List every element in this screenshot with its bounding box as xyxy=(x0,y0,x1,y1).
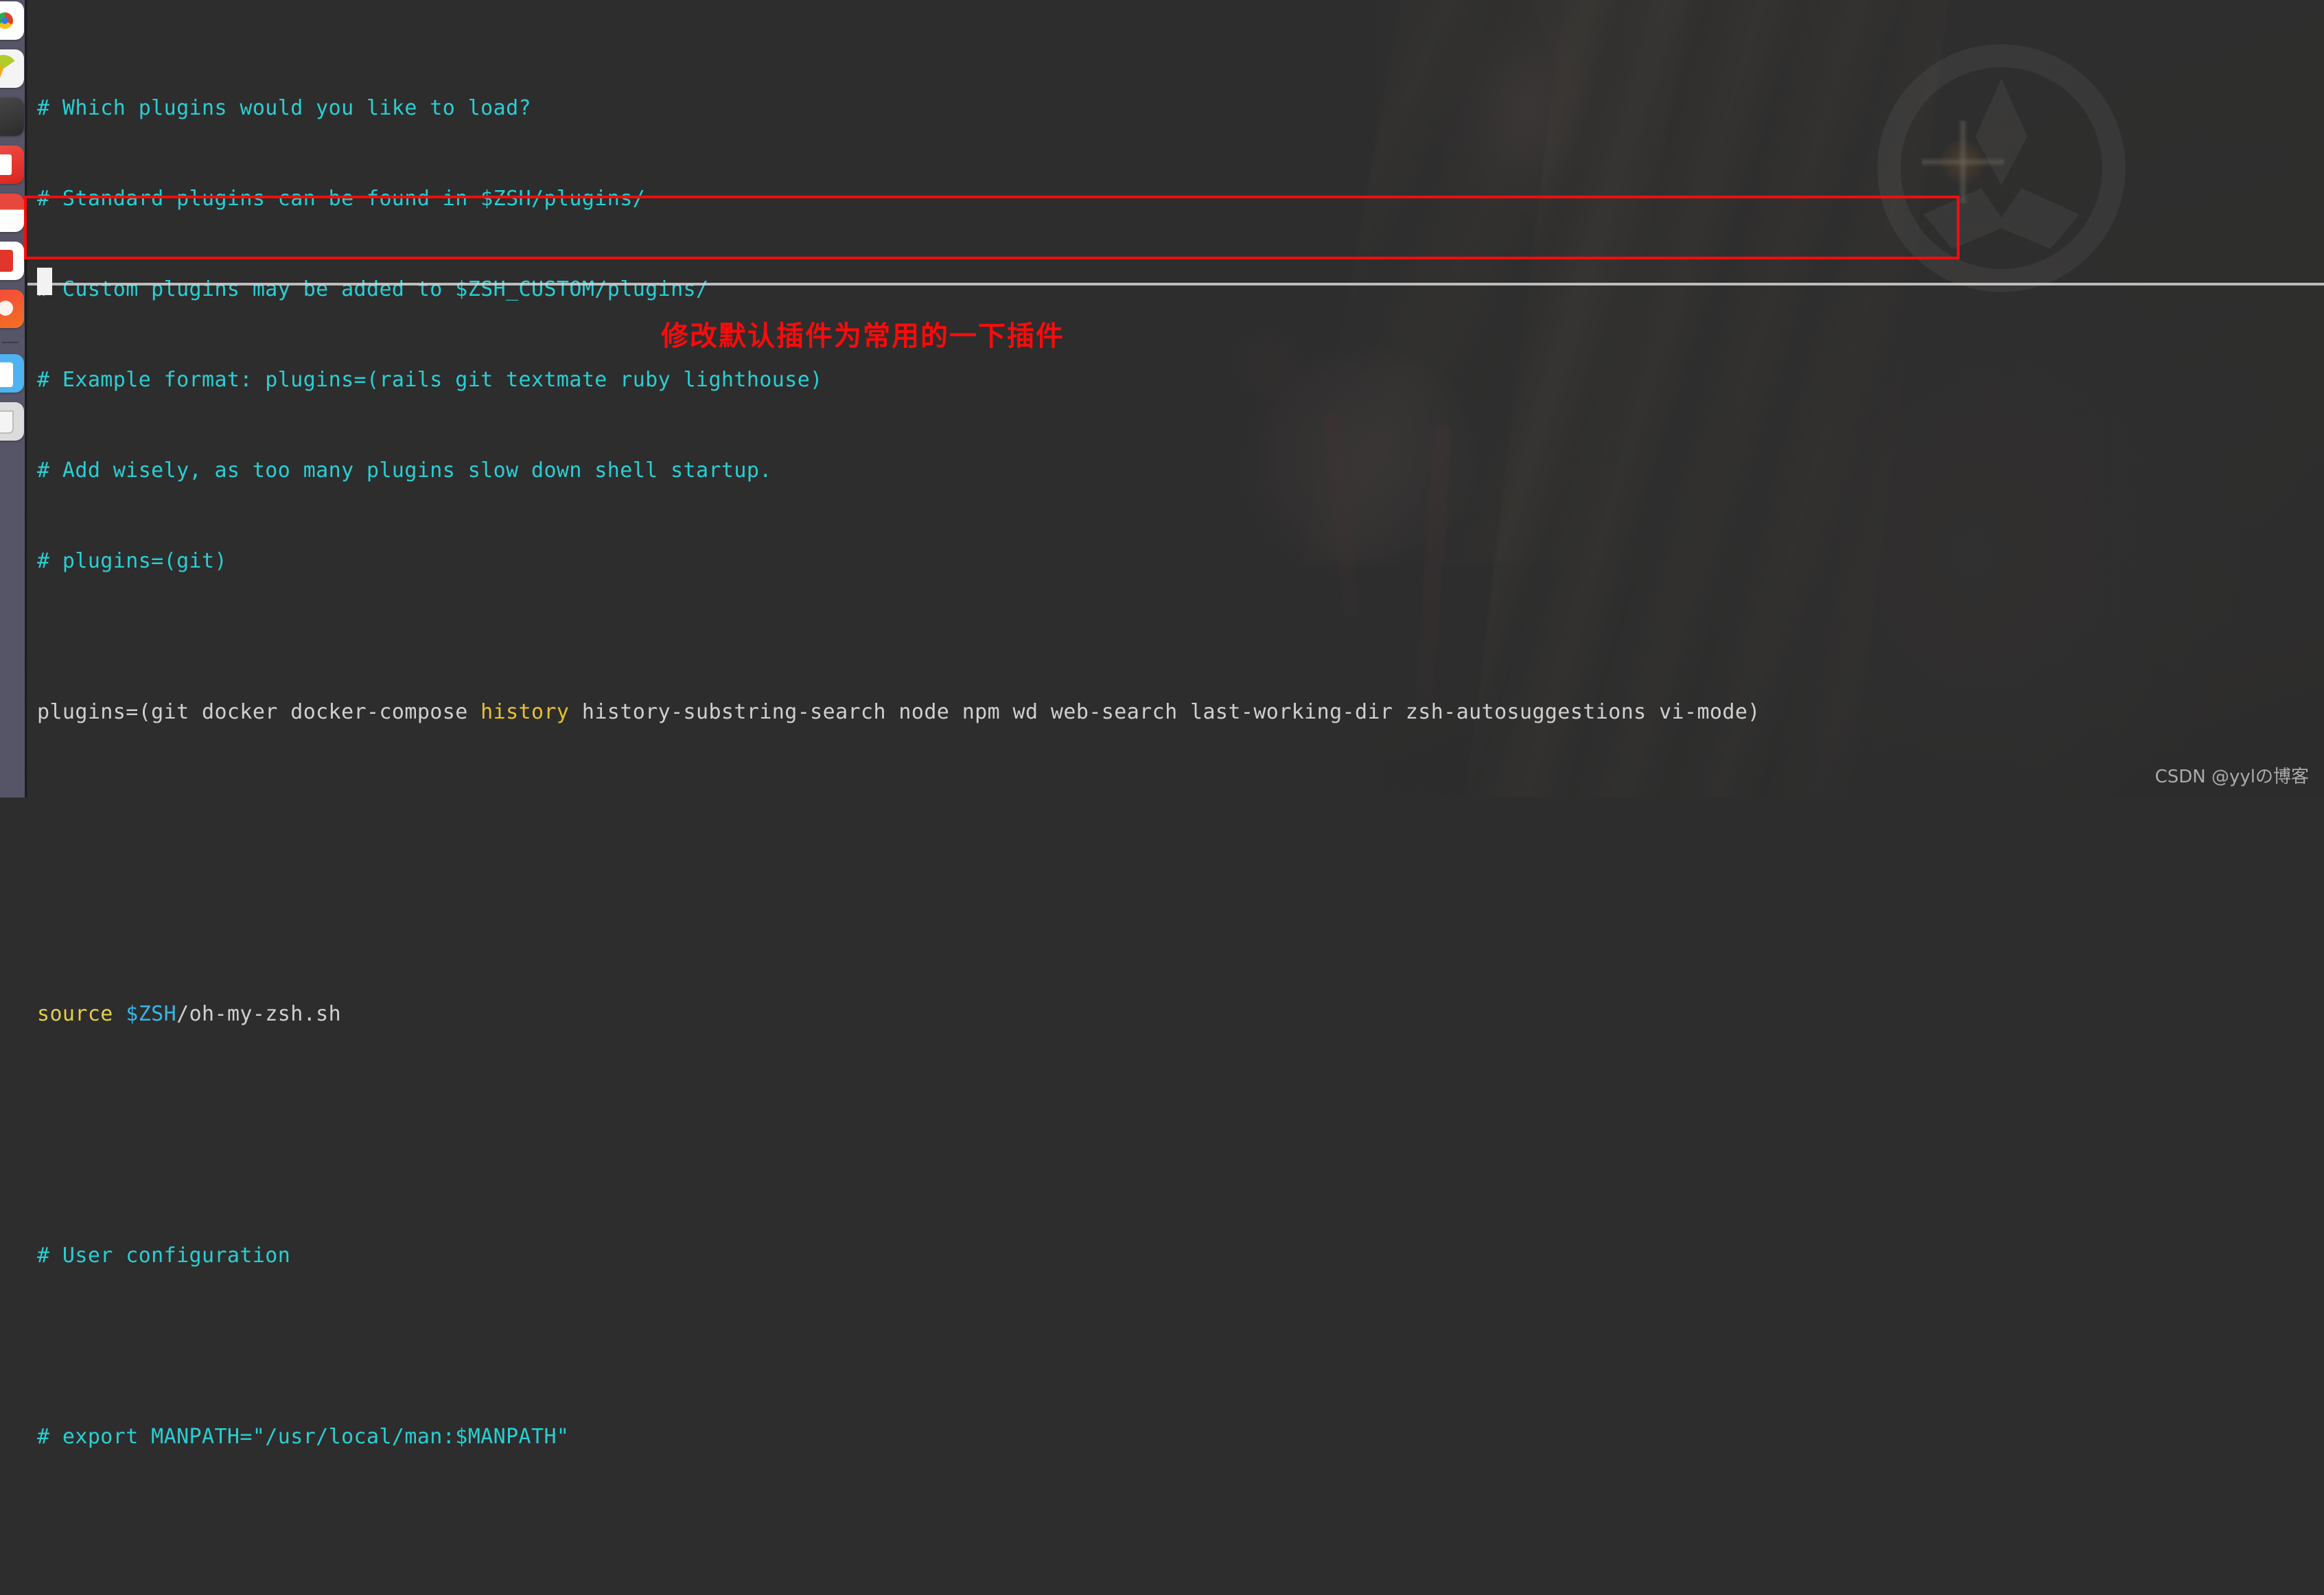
code-line: # Example format: plugins=(rails git tex… xyxy=(37,368,823,392)
plugins-line-suffix: history-substring-search node npm wd web… xyxy=(569,700,1761,724)
dock-icon-orange-app[interactable] xyxy=(0,290,24,328)
code-line: # User configuration xyxy=(37,1244,291,1268)
code-line: # Custom plugins may be added to $ZSH_CU… xyxy=(37,277,709,301)
dock-icon-red-white-app[interactable] xyxy=(0,194,24,232)
application-dock[interactable] xyxy=(0,0,25,798)
csdn-watermark: CSDN @yylの博客 xyxy=(2154,767,2309,787)
dock-icon-trash[interactable] xyxy=(0,402,24,441)
source-space xyxy=(113,1002,126,1026)
zsh-variable: $ZSH xyxy=(126,1002,177,1026)
dock-icon-office-red[interactable] xyxy=(0,145,24,184)
code-line: # export MANPATH="/usr/local/man:$MANPAT… xyxy=(37,1425,570,1449)
cursor-line xyxy=(37,848,2324,878)
source-keyword: source xyxy=(37,1002,113,1026)
dock-icon-rss-reader[interactable] xyxy=(0,49,24,88)
code-line: # Which plugins would you like to load? xyxy=(37,96,531,120)
chinese-annotation-text: 修改默认插件为常用的一下插件 xyxy=(661,321,1065,352)
dock-icon-white-red-app[interactable] xyxy=(0,242,24,280)
dock-separator xyxy=(2,342,19,343)
source-path: /oh-my-zsh.sh xyxy=(176,1002,342,1026)
terminal-window[interactable]: # Which plugins would you like to load? … xyxy=(25,0,2324,1449)
plugins-config-line[interactable]: plugins=(git docker docker-compose histo… xyxy=(37,697,2324,727)
dock-icon-blue-app[interactable] xyxy=(0,354,24,393)
dock-icon-chrome[interactable] xyxy=(0,1,24,40)
terminal-text-area[interactable]: # Which plugins would you like to load? … xyxy=(37,3,2324,1595)
plugins-history-highlight: history xyxy=(480,700,570,724)
terminal-left-gutter xyxy=(25,0,27,798)
dock-icon-dark-app[interactable] xyxy=(0,97,24,136)
code-line: # plugins=(git) xyxy=(37,549,227,573)
source-command-line[interactable]: source $ZSH/oh-my-zsh.sh xyxy=(37,999,2324,1029)
plugins-line-prefix: plugins=(git docker docker-compose xyxy=(37,700,481,724)
horizontal-separator-rule xyxy=(27,283,2324,286)
terminal-block-cursor xyxy=(37,268,52,295)
code-line: # Add wisely, as too many plugins slow d… xyxy=(37,458,772,482)
code-line: # Standard plugins can be found in $ZSH/… xyxy=(37,187,646,211)
